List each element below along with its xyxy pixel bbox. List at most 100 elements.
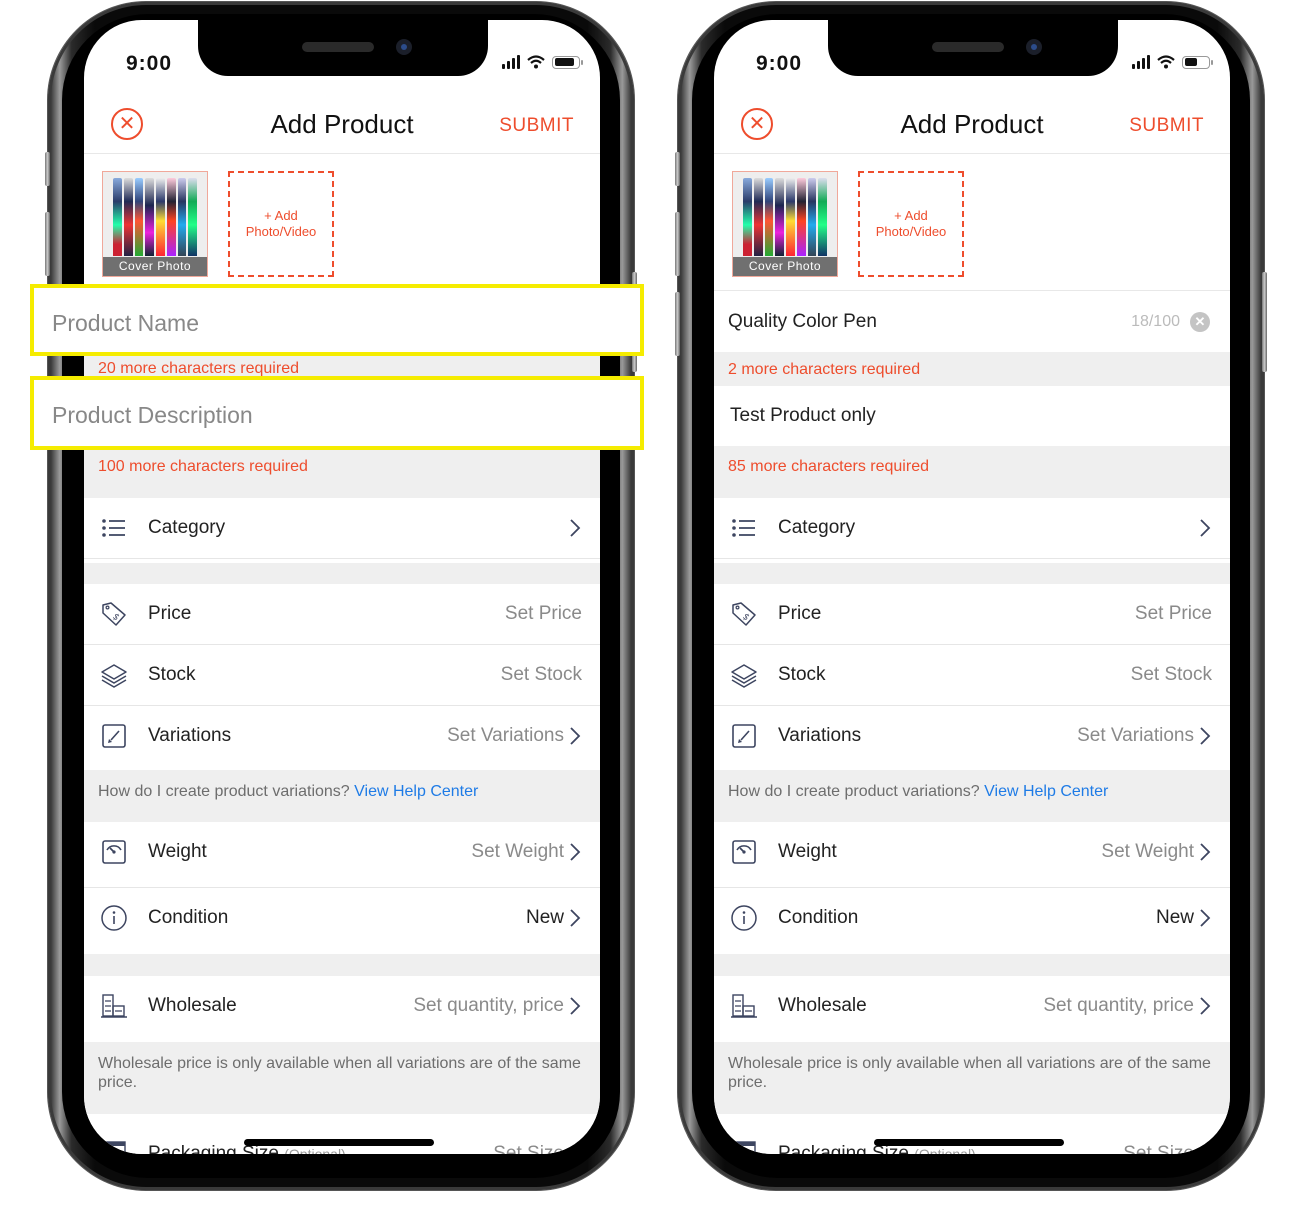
row-value: New — [525, 907, 564, 928]
phone-frame-left: 9:00 ✕ Add Product SUBMIT Cover Photo + … — [45, 2, 637, 1190]
variations-help-question: How do I create product variations? — [728, 783, 980, 800]
row-weight[interactable]: Weight Set Weight — [84, 822, 600, 888]
row-label: Price — [778, 603, 822, 624]
signal-icon — [1132, 55, 1150, 69]
row-label: Price — [148, 603, 192, 624]
chevron-right-icon — [570, 997, 581, 1015]
row-weight[interactable]: Weight Set Weight — [714, 822, 1230, 888]
highlight-product-name-input[interactable]: Product Name — [30, 284, 644, 356]
cover-photo[interactable]: Cover Photo — [102, 171, 208, 277]
media-section: Cover Photo + Add Photo/Video — [714, 155, 1230, 291]
media-section: Cover Photo + Add Photo/Video — [84, 155, 600, 291]
submit-button[interactable]: SUBMIT — [1129, 115, 1204, 137]
volume-up-button — [675, 212, 680, 276]
row-value: Set Price — [504, 603, 582, 624]
row-value: Set Variations — [1077, 725, 1194, 746]
row-label: Variations — [778, 725, 862, 746]
chevron-right-icon — [570, 843, 581, 861]
status-icons — [502, 55, 583, 69]
chevron-right-icon — [570, 727, 581, 745]
row-wholesale[interactable]: Wholesale Set quantity, price — [84, 976, 600, 1042]
product-description-hint: 85 more characters required — [714, 446, 1230, 498]
add-photo-video-button[interactable]: + Add Photo/Video — [228, 171, 334, 277]
brush-icon — [102, 724, 126, 748]
cover-photo[interactable]: Cover Photo — [732, 171, 838, 277]
row-condition[interactable]: Condition New — [714, 888, 1230, 954]
wifi-icon — [1157, 55, 1175, 69]
row-category[interactable]: Category — [84, 498, 600, 559]
price-tag-icon: $ — [732, 602, 756, 626]
signal-icon — [502, 55, 520, 69]
home-indicator — [874, 1139, 1064, 1146]
row-value: Set Size — [1123, 1143, 1194, 1154]
row-variations[interactable]: Variations Set Variations — [714, 706, 1230, 770]
battery-icon — [1182, 55, 1213, 69]
clear-icon[interactable]: ✕ — [1190, 312, 1210, 332]
product-name-input[interactable]: Quality Color Pen 18/100 ✕ — [714, 292, 1230, 352]
add-label-line2: Photo/Video — [875, 224, 947, 239]
mute-switch — [45, 152, 50, 186]
layers-icon — [101, 664, 127, 688]
mute-switch — [675, 152, 680, 186]
row-value: Set Stock — [500, 664, 582, 685]
product-description-hint: 100 more characters required — [84, 446, 600, 498]
submit-button[interactable]: SUBMIT — [499, 115, 574, 137]
product-name-value: Quality Color Pen — [728, 311, 877, 332]
wifi-icon — [527, 55, 545, 69]
phone-frame-right: 9:00 ✕ Add Product SUBMIT Cover Photo + … — [675, 2, 1267, 1190]
row-label: Condition — [148, 907, 229, 928]
row-stock[interactable]: Stock Set Stock — [714, 645, 1230, 706]
row-price[interactable]: $ Price Set Price — [714, 584, 1230, 645]
row-label: Category — [148, 517, 226, 538]
layers-icon — [731, 664, 757, 688]
highlight-product-description-input[interactable]: Product Description — [30, 376, 644, 450]
row-variations[interactable]: Variations Set Variations — [84, 706, 600, 770]
row-label: Weight — [148, 841, 207, 862]
screen-left: 9:00 ✕ Add Product SUBMIT Cover Photo + … — [84, 20, 600, 1154]
add-label-line1: + Add — [264, 208, 298, 223]
chevron-right-icon — [1200, 843, 1211, 861]
chevron-right-icon — [570, 519, 581, 537]
product-description-input[interactable]: Test Product only — [714, 386, 1230, 446]
row-wholesale[interactable]: Wholesale Set quantity, price — [714, 976, 1230, 1042]
row-price[interactable]: $ Price Set Price — [84, 584, 600, 645]
chevron-right-icon — [1200, 997, 1211, 1015]
camera — [396, 39, 412, 55]
cover-photo-label: Cover Photo — [733, 257, 837, 276]
volume-up-button — [45, 212, 50, 276]
add-photo-video-button[interactable]: + Add Photo/Video — [858, 171, 964, 277]
volume-down-button — [675, 292, 680, 356]
wholesale-boxes-icon — [101, 994, 127, 1018]
variations-help-question: How do I create product variations? — [98, 783, 350, 800]
section-divider — [84, 954, 600, 976]
camera — [1026, 39, 1042, 55]
row-value: Set Variations — [447, 725, 564, 746]
nav-bar: ✕ Add Product SUBMIT — [714, 94, 1230, 154]
wholesale-note: Wholesale price is only available when a… — [714, 1042, 1230, 1114]
view-help-center-link[interactable]: View Help Center — [984, 783, 1108, 800]
list-icon — [732, 519, 755, 537]
product-name-counter: 18/100 — [1131, 313, 1180, 330]
row-label: Stock — [148, 664, 196, 685]
row-condition[interactable]: Condition New — [84, 888, 600, 954]
row-packaging-size[interactable]: Packaging Size (Optional) Set Size — [714, 1114, 1230, 1154]
battery-icon — [552, 55, 583, 69]
speaker — [932, 42, 1004, 52]
section-divider — [714, 954, 1230, 976]
optional-label: (Optional) — [284, 1146, 346, 1154]
chevron-right-icon — [1200, 909, 1211, 927]
view-help-center-link[interactable]: View Help Center — [354, 783, 478, 800]
row-value: Set Price — [1134, 603, 1212, 624]
row-value: New — [1155, 907, 1194, 928]
row-label: Stock — [778, 664, 826, 685]
variations-help: How do I create product variations? View… — [84, 770, 600, 822]
nav-bar: ✕ Add Product SUBMIT — [84, 94, 600, 154]
row-stock[interactable]: Stock Set Stock — [84, 645, 600, 706]
row-packaging-size[interactable]: Packaging Size (Optional) Set Size — [84, 1114, 600, 1154]
row-category[interactable]: Category — [714, 498, 1230, 559]
variations-help: How do I create product variations? View… — [714, 770, 1230, 822]
status-time: 9:00 — [756, 52, 803, 75]
status-time: 9:00 — [126, 52, 173, 75]
row-label: Category — [778, 517, 856, 538]
product-name-placeholder: Product Name — [52, 310, 200, 336]
